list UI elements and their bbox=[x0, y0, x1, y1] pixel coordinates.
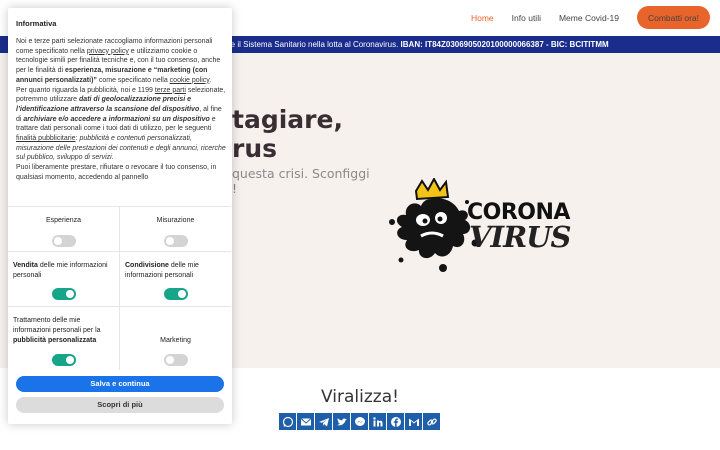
cookie-notice-text[interactable]: Noi e terze parti selezionate raccogliam… bbox=[16, 37, 227, 200]
privacy-policy-link[interactable]: privacy policy bbox=[87, 48, 129, 55]
hero-title-line-1: tagiare, bbox=[232, 105, 343, 134]
option-trattamento: Trattamento delle mie informazioni perso… bbox=[8, 306, 119, 370]
option-misurazione: Misurazione bbox=[120, 206, 231, 251]
option-label: Misurazione bbox=[156, 217, 195, 224]
option-label-bold: Condivisione bbox=[125, 262, 169, 269]
option-marketing: Marketing bbox=[120, 306, 231, 370]
copy-link-icon[interactable] bbox=[423, 413, 440, 430]
facebook-icon[interactable] bbox=[387, 413, 404, 430]
whatsapp-icon[interactable] bbox=[279, 413, 296, 430]
learn-more-button[interactable]: Scopri di più bbox=[16, 397, 224, 413]
option-condivisione: Condivisione delle mie informazioni pers… bbox=[120, 251, 231, 306]
option-label: Esperienza bbox=[45, 217, 82, 224]
email-icon[interactable] bbox=[297, 413, 314, 430]
option-label: Marketing bbox=[160, 337, 191, 344]
hero-subtitle-line-2: ! bbox=[232, 181, 238, 196]
nav-info-utili[interactable]: Info utili bbox=[512, 13, 541, 23]
cookie-text-part: Puoi liberamente prestare, rifiutare o r… bbox=[16, 164, 217, 181]
cookie-dialog-title: Informativa bbox=[16, 19, 57, 28]
cookie-text-part: . bbox=[209, 76, 212, 84]
cookie-policy-link[interactable]: cookie policy bbox=[170, 77, 210, 84]
option-label: Trattamento delle mie informazioni perso… bbox=[13, 316, 117, 345]
toggle-condivisione[interactable] bbox=[164, 288, 188, 300]
telegram-icon[interactable] bbox=[315, 413, 332, 430]
linkedin-icon[interactable] bbox=[369, 413, 386, 430]
toggle-vendita[interactable] bbox=[52, 288, 76, 300]
nav-home[interactable]: Home bbox=[471, 13, 494, 23]
option-vendita: Vendita delle mie informazioni personali bbox=[8, 251, 119, 306]
toggle-trattamento[interactable] bbox=[52, 354, 76, 366]
hero-title: tagiare, rus bbox=[232, 105, 343, 163]
toggle-misurazione[interactable] bbox=[164, 235, 188, 247]
option-label-bold: Vendita bbox=[13, 262, 38, 269]
cookie-consent-dialog: Informativa Noi e terze parti selezionat… bbox=[8, 8, 232, 424]
gmail-icon[interactable] bbox=[405, 413, 422, 430]
cookie-text-part: Per quanto riguarda la pubblicità, noi e… bbox=[16, 86, 155, 94]
toggle-marketing[interactable] bbox=[164, 354, 188, 366]
grid-divider bbox=[119, 206, 120, 370]
option-label: Vendita delle mie informazioni personali bbox=[13, 261, 117, 281]
option-label-bold: pubblicità personalizzata bbox=[13, 336, 97, 344]
cookie-text-part: come specificato nella bbox=[96, 76, 170, 84]
coronavirus-logo: CORONA VIRUS bbox=[385, 176, 590, 278]
combatti-ora-button[interactable]: Combatti ora! bbox=[636, 6, 710, 29]
banner-text: re il Sistema Sanitario nella lotta al C… bbox=[228, 40, 399, 49]
third-parties-link[interactable]: terze parti bbox=[155, 87, 186, 94]
main-nav: Home Info utili Meme Covid-19 Combatti o… bbox=[471, 6, 710, 29]
text-fade bbox=[16, 186, 227, 200]
twitter-icon[interactable] bbox=[333, 413, 350, 430]
hero-title-line-2: rus bbox=[232, 134, 278, 163]
save-and-continue-button[interactable]: Salva e continua bbox=[16, 376, 224, 392]
option-label: Condivisione delle mie informazioni pers… bbox=[125, 261, 229, 281]
logo-virus-text: VIRUS bbox=[469, 220, 571, 254]
hero-subtitle: questa crisi. Sconfiggi ! bbox=[232, 166, 370, 196]
option-label-rest: Trattamento delle mie informazioni perso… bbox=[13, 317, 101, 334]
share-buttons bbox=[279, 413, 440, 430]
option-esperienza: Esperienza bbox=[8, 206, 119, 251]
banner-iban: IBAN: IT84Z0306905020100000066387 - BIC:… bbox=[400, 40, 609, 49]
messenger-icon[interactable] bbox=[351, 413, 368, 430]
cookie-text-bold-italic: archiviare e/o accedere a informazioni s… bbox=[23, 115, 210, 123]
advertising-purposes-link[interactable]: finalità pubblicitarie bbox=[16, 135, 76, 142]
nav-meme-covid[interactable]: Meme Covid-19 bbox=[559, 13, 619, 23]
toggle-esperienza[interactable] bbox=[52, 235, 76, 247]
hero-subtitle-line-1: questa crisi. Sconfiggi bbox=[232, 166, 370, 181]
